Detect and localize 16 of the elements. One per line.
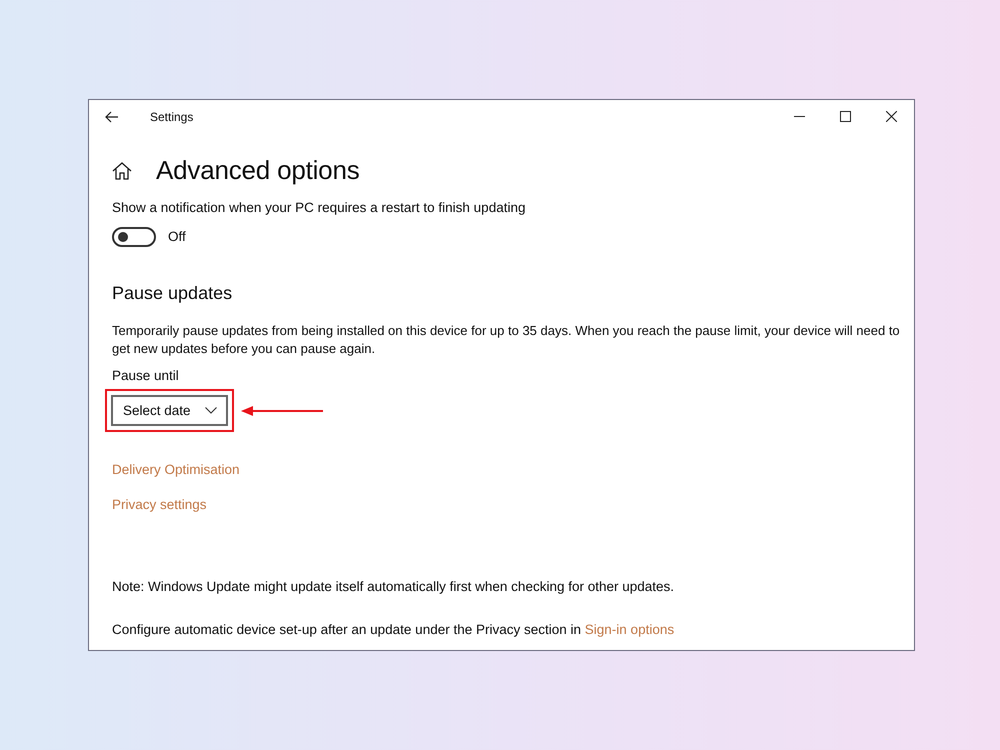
date-dropdown[interactable]: Select date bbox=[111, 395, 228, 426]
footer-text: Configure automatic device set-up after an update under the Privacy section in Sign-in options bbox=[112, 621, 674, 639]
chevron-down-icon bbox=[204, 407, 217, 414]
settings-link[interactable]: Privacy settings bbox=[112, 497, 207, 512]
page-title: Advanced options bbox=[156, 155, 360, 186]
notification-label: Show a notification when your PC requires a restart to finish updating bbox=[112, 199, 526, 217]
note-text: Note: Windows Update might update itself automatically first when checking for other updates. bbox=[112, 578, 674, 596]
notification-toggle[interactable] bbox=[112, 227, 156, 247]
field-label: Pause until bbox=[112, 367, 179, 385]
sign-in-options-link[interactable]: Sign-in options bbox=[584, 622, 674, 637]
settings-link[interactable]: Delivery Optimisation bbox=[112, 462, 240, 477]
pause-description: Temporarily pause updates from being installed on this device for up to 35 days. When you reach the pause limit, your device will need to get new updates before you can pause again. bbox=[112, 322, 901, 358]
toggle-state-label: Off bbox=[168, 228, 186, 246]
home-icon[interactable] bbox=[112, 162, 132, 180]
section-heading: Pause updates bbox=[112, 283, 232, 304]
window-title: Settings bbox=[150, 110, 194, 124]
